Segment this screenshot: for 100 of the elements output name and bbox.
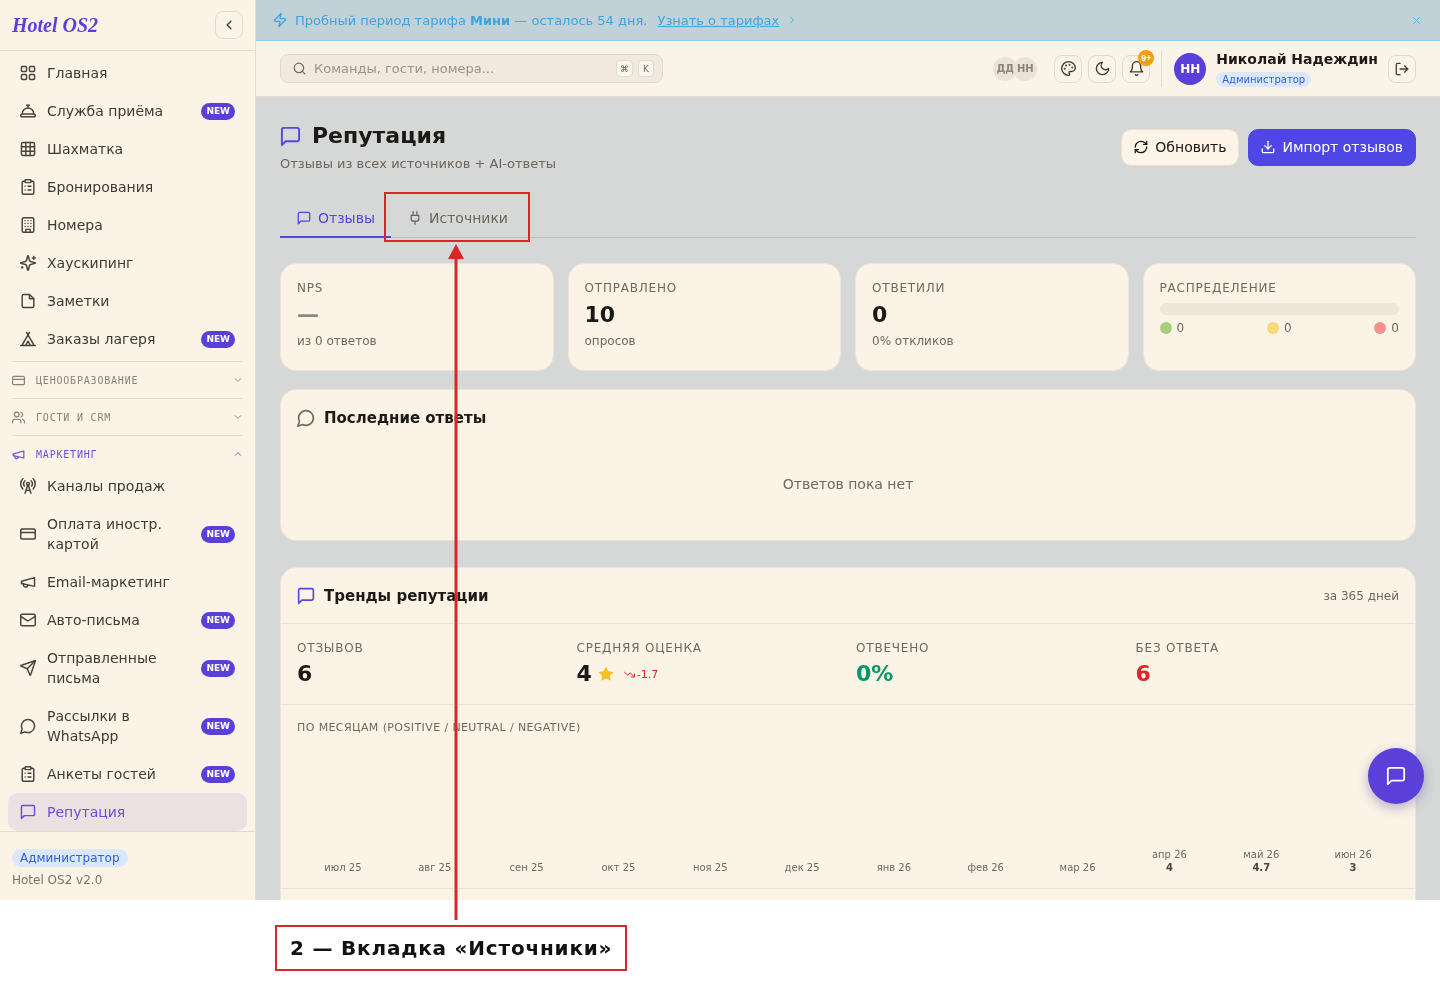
sidebar-item[interactable]: Бронирования [8, 168, 247, 206]
search-icon [293, 62, 306, 75]
card-icon [20, 526, 36, 542]
clipboard-icon [20, 179, 36, 195]
tent-icon [20, 331, 36, 347]
chat-icon [20, 804, 36, 820]
count-badge: 9+ [1138, 49, 1155, 66]
download-icon [1261, 140, 1276, 154]
chat-icon [297, 211, 311, 225]
metric-value: 6 [1135, 660, 1151, 688]
role-badge: Администратор [12, 849, 128, 867]
search-field[interactable]: Команды, гости, номера... ⌘ K [280, 54, 663, 83]
month-label: май 26 [1243, 848, 1280, 861]
legend-count: 0 [1176, 320, 1185, 336]
month-label: ноя 25 [692, 861, 728, 874]
month-label: фев 26 [967, 861, 1004, 874]
building-icon [20, 217, 36, 233]
moon-icon [1094, 61, 1110, 76]
month-label: дек 25 [784, 861, 820, 874]
tiles-icon [20, 65, 36, 81]
dark-mode-button[interactable] [1088, 54, 1117, 83]
month-rating: 4.7 [1252, 861, 1271, 874]
envelope-icon [20, 612, 36, 628]
legend-count: 0 [1283, 320, 1292, 336]
chevron-down-icon [233, 412, 243, 422]
user-name: Николай Надеждин [1216, 50, 1378, 68]
month-label: июл 25 [324, 861, 362, 874]
search-input[interactable]: Команды, гости, номера... [314, 55, 608, 82]
sidebar-item[interactable]: Анкеты гостей NEW [8, 755, 247, 793]
version-text: Hotel OS2 v2.0 [12, 872, 104, 888]
note-icon [20, 293, 36, 309]
metric-label: ОТЗЫВОВ [297, 640, 365, 656]
metric-label: СРЕДНЯЯ ОЦЕНКА [576, 640, 703, 656]
stat-label: ОТПРАВЛЕНО [584, 280, 679, 296]
role-badge: Администратор [1216, 72, 1312, 87]
speech-bubble-icon [297, 409, 315, 427]
grid-icon [20, 141, 36, 157]
sidebar-item[interactable]: Шахматка [8, 130, 247, 168]
month-rating: 3 [1349, 861, 1357, 874]
stat-value: — [297, 301, 320, 329]
legend-count: 0 [1391, 320, 1399, 336]
shortcut-key: ⌘ [616, 60, 633, 77]
presence-avatar: НН [1013, 56, 1038, 81]
metric-label: ОТВЕЧЕНО [856, 640, 931, 656]
clipboard-icon [20, 766, 36, 782]
logout-icon [1395, 61, 1409, 76]
trend-down-icon [623, 668, 635, 680]
month-label: апр 26 [1151, 848, 1187, 861]
metric-value: 6 [297, 660, 313, 688]
sidebar-item[interactable]: Оплата иностр. картой NEW [8, 505, 247, 563]
metric-label: БЕЗ ОТВЕТА [1135, 640, 1220, 656]
sidebar-item[interactable]: Хаускипинг [8, 244, 247, 282]
stat-value: 10 [584, 301, 617, 329]
sidebar-item[interactable]: Рассылки в WhatsApp NEW [8, 697, 247, 755]
annotation-caption: 2 — Вкладка «Источники» [275, 925, 628, 971]
shortcut-key: K [638, 60, 654, 77]
speech-bubble-icon [20, 718, 36, 734]
chat-icon [297, 586, 315, 605]
empty-state-text: Ответов пока нет [781, 475, 915, 494]
tab[interactable]: Отзывы [280, 199, 391, 238]
metric-value: 0% [856, 660, 894, 688]
sidebar-item[interactable]: Главная [8, 54, 247, 92]
sidebar-item[interactable]: Заказы лагеря NEW [8, 320, 247, 358]
theme-button[interactable] [1054, 54, 1083, 83]
month-label: авг 25 [418, 861, 452, 874]
antenna-icon [20, 478, 36, 494]
megaphone-icon [20, 574, 36, 590]
paper-plane-icon [20, 660, 36, 676]
sidebar-item[interactable]: Email-маркетинг [8, 563, 247, 601]
month-label: янв 26 [876, 861, 912, 874]
sidebar-item[interactable]: Авто-письма NEW [8, 601, 247, 639]
app-logo: Hotel OS2 [12, 13, 99, 37]
sidebar-item[interactable]: Заметки [8, 282, 247, 320]
sidebar-item[interactable]: Номера [8, 206, 247, 244]
period-label: за 365 дней [1323, 588, 1399, 603]
tab[interactable]: Источники [391, 199, 524, 238]
lightning-icon [273, 13, 287, 27]
logout-button[interactable] [1388, 54, 1416, 83]
user-avatar: НН [1174, 52, 1207, 85]
sidebar-item[interactable]: Репутация [8, 793, 247, 831]
new-badge: NEW [201, 765, 235, 783]
section-header[interactable]: ГОСТИ И CRM [12, 399, 243, 435]
import-button[interactable]: Импорт отзывов [1248, 128, 1416, 166]
section-header[interactable]: ЦЕНООБРАЗОВАНИЕ [12, 362, 243, 398]
sparkles-icon [20, 255, 36, 271]
month-rating: 4 [1165, 861, 1173, 874]
stat-value: 0 [872, 301, 889, 329]
sidebar-item[interactable]: Служба приёма NEW [8, 92, 247, 130]
stat-label: РАСПРЕДЕЛЕНИЕ [1159, 280, 1278, 296]
palette-icon [1060, 61, 1076, 76]
month-label: июн 26 [1334, 848, 1372, 861]
chat-icon [1386, 766, 1406, 786]
new-badge: NEW [201, 102, 235, 120]
chevron-down-icon [233, 375, 243, 385]
refresh-button[interactable]: Обновить [1121, 128, 1240, 166]
stat-note: 0% откликов [872, 333, 955, 349]
sidebar-item[interactable]: Отправленные письма NEW [8, 639, 247, 697]
megaphone-icon [12, 447, 25, 461]
new-badge: NEW [201, 717, 235, 735]
chat-icon [280, 125, 301, 147]
